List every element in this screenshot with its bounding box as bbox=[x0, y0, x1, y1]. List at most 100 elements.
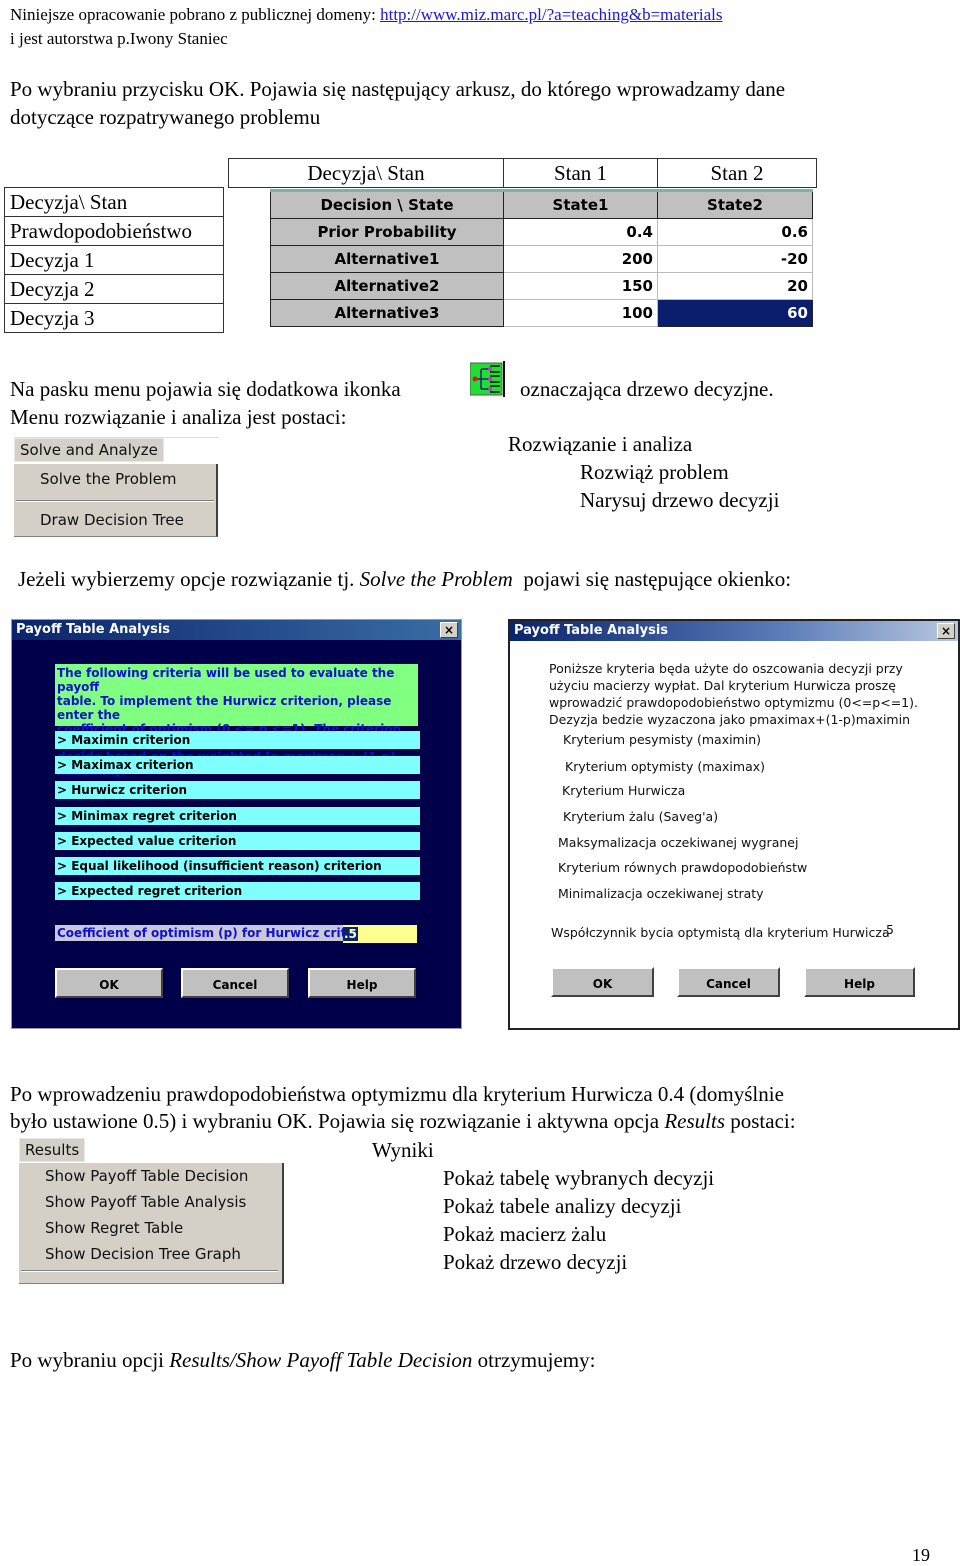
criterion-maximax: > Maximax criterion bbox=[55, 756, 420, 774]
menu-item-show-payoff-analysis[interactable]: Show Payoff Table Analysis bbox=[45, 1193, 246, 1211]
close-icon[interactable]: × bbox=[937, 623, 955, 639]
payoff-spreadsheet: Decision \ State State1 State2 Prior Pro… bbox=[270, 189, 813, 327]
after-para-italic: Results bbox=[664, 1109, 725, 1133]
menu-item-draw-decision-tree[interactable]: Draw Decision Tree bbox=[40, 511, 184, 529]
grid-row-label: Alternative3 bbox=[270, 299, 504, 327]
menu-item-show-regret-table[interactable]: Show Regret Table bbox=[45, 1219, 183, 1237]
polish-row-labels: Decyzja\ Stan Prawdopodobieństwo Decyzja… bbox=[4, 187, 224, 333]
icon-text-before: Na pasku menu pojawia się dodatkowa ikon… bbox=[10, 377, 401, 401]
pl-info-line: użyciu macierzy wypłat. Dal kryterium Hu… bbox=[549, 678, 896, 693]
results-menu-title[interactable]: Results bbox=[19, 1138, 86, 1162]
help-button[interactable]: Help bbox=[804, 967, 915, 997]
grid-row-label: Prior Probability bbox=[270, 218, 504, 246]
results-translation-item: Pokaż macierz żalu bbox=[443, 1222, 607, 1246]
results-translation-title: Wyniki bbox=[372, 1138, 434, 1162]
solve-menu-translation-item: Rozwiąż problem bbox=[580, 460, 729, 484]
pl-criterion: Maksymalizacja oczekiwanej wygranej bbox=[558, 835, 799, 850]
ok-button[interactable]: OK bbox=[55, 968, 163, 998]
pl-info-line: Dezyzja bedzie wyzaczona jako pmaximax+(… bbox=[549, 712, 911, 727]
solve-analyze-menu: Solve and Analyze Solve the Problem Draw… bbox=[14, 437, 219, 537]
pl-info-line: Poniższe kryteria będa użyte do oszcowan… bbox=[549, 661, 903, 676]
pl-row-label: Prawdopodobieństwo bbox=[4, 216, 224, 246]
dialog-pl-titlebar: Payoff Table Analysis × bbox=[510, 621, 958, 641]
pl-col-header: Stan 1 bbox=[503, 158, 658, 188]
pl-row-label: Decyzja\ Stan bbox=[4, 187, 224, 217]
solve-paragraph: Jeżeli wybierzemy opcje rozwiązanie tj. … bbox=[18, 565, 791, 593]
final-para-after: otrzymujemy: bbox=[472, 1348, 596, 1372]
pl-col-header: Stan 2 bbox=[657, 158, 817, 188]
grid-cell[interactable]: 150 bbox=[503, 272, 658, 300]
results-translation-item: Pokaż tabelę wybranych decyzji bbox=[443, 1166, 715, 1190]
grid-header: State2 bbox=[657, 190, 813, 219]
menu-item-show-decision-tree[interactable]: Show Decision Tree Graph bbox=[45, 1245, 241, 1263]
polish-column-headers: Decyzja\ Stan Stan 1 Stan 2 bbox=[228, 158, 817, 188]
solve-analyze-menu-title[interactable]: Solve and Analyze bbox=[14, 438, 164, 462]
pl-criterion: Kryterium pesymisty (maximin) bbox=[563, 732, 762, 747]
help-button[interactable]: Help bbox=[308, 968, 416, 998]
grid-row-label: Alternative2 bbox=[270, 272, 504, 300]
cancel-button[interactable]: Cancel bbox=[181, 968, 289, 998]
cancel-button[interactable]: Cancel bbox=[677, 967, 780, 997]
grid-header: State1 bbox=[503, 190, 658, 219]
final-para-before: Po wybraniu opcji bbox=[10, 1348, 170, 1372]
criterion-equal-likelihood: > Equal likelihood (insufficient reason)… bbox=[55, 857, 420, 875]
source-prefix: Niniejsze opracowanie pobrano z publiczn… bbox=[10, 5, 381, 24]
grid-cell[interactable]: 20 bbox=[657, 272, 813, 300]
ok-button[interactable]: OK bbox=[551, 967, 654, 997]
pl-criterion: Minimalizacja oczekiwanej straty bbox=[558, 886, 764, 901]
pl-col-header: Decyzja\ Stan bbox=[228, 158, 504, 188]
dialog-en-titlebar: Payoff Table Analysis × bbox=[12, 620, 461, 640]
grid-cell[interactable]: 0.4 bbox=[503, 218, 658, 246]
menu-separator bbox=[21, 1270, 278, 1272]
solve-para-italic: Solve the Problem bbox=[359, 567, 513, 591]
menu-separator bbox=[16, 500, 214, 502]
grid-row-label: Alternative1 bbox=[270, 245, 504, 273]
payoff-analysis-dialog-pl: Payoff Table Analysis × Poniższe kryteri… bbox=[508, 619, 960, 1030]
grid-header: Decision \ State bbox=[270, 190, 504, 219]
grid-cell-selected[interactable]: 60 bbox=[657, 299, 813, 327]
close-icon[interactable]: × bbox=[440, 622, 458, 638]
intro-line-2: dotyczące rozpatrywanego problemu bbox=[10, 105, 321, 129]
coef-input[interactable]: .5 bbox=[343, 925, 417, 943]
dialog-pl-title: Payoff Table Analysis bbox=[514, 623, 669, 638]
pl-row-label: Decyzja 1 bbox=[4, 245, 224, 275]
dialog-en-title: Payoff Table Analysis bbox=[16, 622, 171, 637]
criterion-hurwicz: > Hurwicz criterion bbox=[55, 781, 420, 799]
pl-criterion: Kryterium równych prawdopodobieństw bbox=[558, 860, 808, 875]
coef-label: Coefficient of optimism (p) for Hurwicz … bbox=[55, 925, 389, 941]
grid-cell[interactable]: 100 bbox=[503, 299, 658, 327]
after-para-line-2: było ustawione 0.5) i wybraniu OK. Pojaw… bbox=[10, 1107, 796, 1135]
page-number: 19 bbox=[912, 1545, 930, 1565]
criterion-expected-regret: > Expected regret criterion bbox=[55, 882, 420, 900]
pl-row-label: Decyzja 2 bbox=[4, 274, 224, 304]
grid-cell[interactable]: -20 bbox=[657, 245, 813, 273]
info-line: The following criteria will be used to e… bbox=[57, 666, 395, 694]
criterion-maximin: > Maximin criterion bbox=[55, 731, 420, 749]
results-menu: Results Show Payoff Table Decision Show … bbox=[19, 1138, 284, 1284]
dialog-en-info: The following criteria will be used to e… bbox=[55, 664, 418, 778]
after-para-after: postaci: bbox=[725, 1109, 796, 1133]
final-para-italic: Results/Show Payoff Table Decision bbox=[169, 1348, 473, 1372]
after-para-before: było ustawione 0.5) i wybraniu OK. Pojaw… bbox=[10, 1109, 665, 1133]
icon-paragraph-line-2: Menu rozwiązanie i analiza jest postaci: bbox=[10, 405, 347, 429]
intro-line-1: Po wybraniu przycisku OK. Pojawia się na… bbox=[10, 77, 786, 101]
icon-text-after: oznaczająca drzewo decyzjne. bbox=[520, 377, 774, 401]
solve-menu-translation-item: Narysuj drzewo decyzji bbox=[580, 488, 780, 512]
solve-para-after: pojawi się następujące okienko: bbox=[512, 567, 792, 591]
pl-coef-value[interactable]: .5 bbox=[882, 922, 894, 937]
solve-menu-translation-title: Rozwiązanie i analiza bbox=[508, 432, 693, 456]
pl-criterion: Kryterium optymisty (maximax) bbox=[565, 759, 766, 774]
pl-info-line: wprowadzić prawdopodobieństwo optymizmu … bbox=[549, 695, 918, 710]
info-line: table. To implement the Hurwicz criterio… bbox=[57, 694, 392, 722]
menu-item-show-payoff-decision[interactable]: Show Payoff Table Decision bbox=[45, 1167, 248, 1185]
pl-criterion: Kryterium Hurwicza bbox=[562, 783, 686, 798]
source-link[interactable]: http://www.miz.marc.pl/?a=teaching&b=mat… bbox=[380, 5, 722, 24]
grid-cell[interactable]: 200 bbox=[503, 245, 658, 273]
menu-item-solve-problem[interactable]: Solve the Problem bbox=[40, 470, 176, 488]
results-translation-item: Pokaż drzewo decyzji bbox=[443, 1250, 628, 1274]
pl-coef-label: Współczynnik bycia optymistą dla kryteri… bbox=[551, 925, 890, 940]
criterion-minimax-regret: > Minimax regret criterion bbox=[55, 807, 420, 825]
grid-cell[interactable]: 0.6 bbox=[657, 218, 813, 246]
icon-paragraph-line-1: Na pasku menu pojawia się dodatkowa ikon… bbox=[10, 375, 401, 403]
final-paragraph: Po wybraniu opcji Results/Show Payoff Ta… bbox=[10, 1346, 595, 1374]
